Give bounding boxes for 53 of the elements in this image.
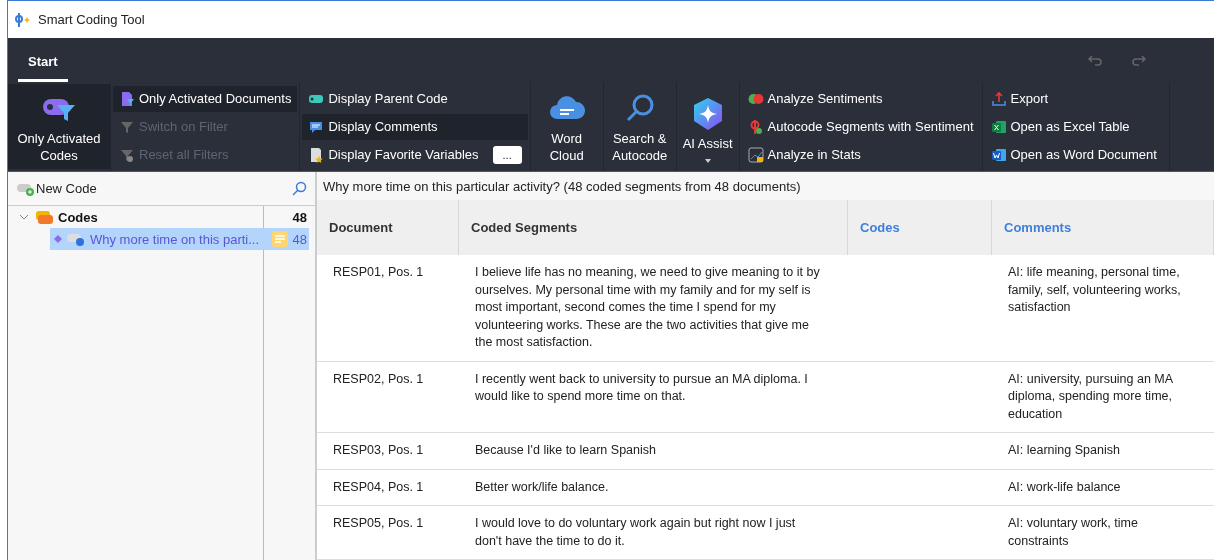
search-icon bbox=[291, 180, 307, 197]
table-cell: AI: university, pursuing an MA diploma, spending more time, education bbox=[992, 361, 1214, 433]
ribbon-button[interactable]: Display Comments bbox=[302, 113, 528, 140]
ribbon-button[interactable]: Display Favorite Variables ... bbox=[302, 141, 528, 168]
table-cell: I would love to do voluntary work again but right now I just don't have the time to do it. bbox=[459, 506, 848, 560]
ribbon-button[interactable]: Analyze in Stats bbox=[741, 141, 980, 168]
word-document-icon bbox=[990, 146, 1007, 163]
table-cell: AI: life meaning, personal time, family, self, volunteering works, satisfaction bbox=[992, 255, 1214, 362]
table-cell: AI: work-life balance bbox=[992, 469, 1214, 506]
memo-icon bbox=[270, 230, 289, 248]
table-cell: I recently went back to university to pursue an MA diploma. I would like to spend more time on that. bbox=[459, 361, 848, 433]
tree-item[interactable]: Codes 48 bbox=[14, 206, 309, 228]
ribbon-button[interactable]: Export bbox=[984, 85, 1163, 112]
table-cell: RESP05, Pos. 1 bbox=[317, 506, 459, 560]
more-button[interactable]: ... bbox=[492, 145, 522, 164]
app-logo-icon bbox=[14, 10, 32, 29]
ribbon-button[interactable]: Only Activated Documents bbox=[113, 85, 298, 112]
table-cell: Better work/life balance. bbox=[459, 469, 848, 506]
upload-icon bbox=[990, 90, 1007, 107]
ribbon-button[interactable]: Analyze Sentiments bbox=[741, 85, 980, 112]
spreadsheet-icon bbox=[990, 118, 1007, 135]
ribbon-button[interactable]: AI Assist bbox=[676, 84, 739, 169]
ribbon-button[interactable]: Autocode Segments with Sentiment bbox=[741, 113, 980, 140]
table-cell: AI: voluntary work, time constraints bbox=[992, 506, 1214, 560]
table-cell: AI: learning Spanish bbox=[992, 433, 1214, 470]
chart-icon bbox=[747, 146, 764, 163]
code-name: Why more time on this parti... bbox=[90, 231, 261, 247]
ribbon-button[interactable]: Display Parent Code bbox=[302, 85, 528, 112]
ribbon-button[interactable]: Search & Autocode bbox=[603, 84, 676, 169]
column-header[interactable]: Comments bbox=[992, 200, 1214, 255]
column-header[interactable]: Document bbox=[317, 200, 459, 255]
column-header[interactable]: Codes bbox=[848, 200, 992, 255]
segment-count: 48 bbox=[292, 209, 307, 225]
new-code-button[interactable]: New Code bbox=[36, 181, 97, 196]
results-heading: Why more time on this particular activity? (48 coded segments from 48 documents) bbox=[317, 172, 1214, 200]
table-cell: RESP02, Pos. 1 bbox=[317, 361, 459, 433]
table-cell: Because I'd like to learn Spanish bbox=[459, 433, 848, 470]
ribbon-button[interactable]: Word Cloud bbox=[530, 84, 603, 169]
window-title: Smart Coding Tool bbox=[38, 12, 145, 27]
code-name: Codes bbox=[58, 209, 99, 225]
ribbon-button[interactable]: Open as Word Document bbox=[984, 141, 1163, 168]
table-cell: RESP01, Pos. 1 bbox=[317, 255, 459, 362]
document-filter-icon bbox=[119, 90, 135, 107]
ribbon-button[interactable]: Open as Excel Table bbox=[984, 113, 1163, 140]
document-star-icon bbox=[308, 146, 325, 163]
tree-item[interactable]: Why more time on this parti... 48 bbox=[50, 228, 309, 250]
diamond-icon bbox=[54, 235, 62, 243]
segment-count: 48 bbox=[292, 231, 307, 247]
ribbon-button[interactable]: Only Activated Codes bbox=[8, 84, 110, 169]
table-cell: I believe life has no meaning, we need to give meaning to it by ourselves. My personal time with my family and for my self is most important, second comes the time I spend for my volunteering works. These are the two activities that give me the most satisfaction. bbox=[459, 255, 848, 362]
table-cell: RESP03, Pos. 1 bbox=[317, 433, 459, 470]
table-cell: RESP04, Pos. 1 bbox=[317, 469, 459, 506]
column-header[interactable]: Coded Segments bbox=[459, 200, 848, 255]
